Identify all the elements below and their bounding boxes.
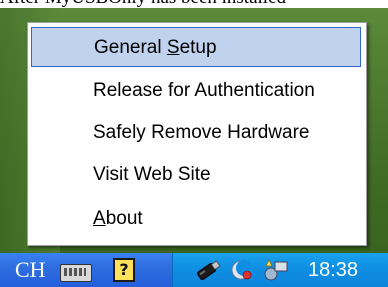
menu-item-label: Safely Remove Hardware: [93, 122, 310, 143]
menu-item-visit-web-site[interactable]: Visit Web Site: [31, 155, 361, 195]
menu-item-label-post: bout: [105, 208, 143, 229]
menu-item-release-for-authentication[interactable]: Release for Authentication: [31, 71, 361, 111]
moon-icon[interactable]: [228, 258, 254, 282]
network-icon[interactable]: [262, 257, 290, 283]
keyboard-icon[interactable]: [60, 264, 92, 282]
article-caption: After MyUSBOnly has been installed: [0, 0, 388, 8]
menu-item-mnemonic: S: [166, 37, 180, 58]
menu-item-label: Release for Authentication: [93, 80, 315, 101]
clock[interactable]: 18:38: [308, 253, 358, 287]
language-indicator[interactable]: CH: [15, 255, 46, 285]
menu-item-label: Visit Web Site: [93, 164, 211, 185]
menu-item-label-post: etup: [179, 37, 217, 58]
menu-item-about[interactable]: About: [31, 199, 361, 239]
usb-drive-icon[interactable]: [193, 258, 223, 282]
menu-item-safely-remove-hardware[interactable]: Safely Remove Hardware: [31, 113, 361, 153]
menu-item-mnemonic: A: [93, 208, 106, 229]
menu-item-label-pre: General: [94, 37, 167, 58]
menu-item-general-setup[interactable]: General Setup: [31, 27, 361, 67]
help-icon[interactable]: ?: [113, 258, 135, 282]
tray-context-menu: General Setup Release for Authentication…: [27, 22, 367, 246]
